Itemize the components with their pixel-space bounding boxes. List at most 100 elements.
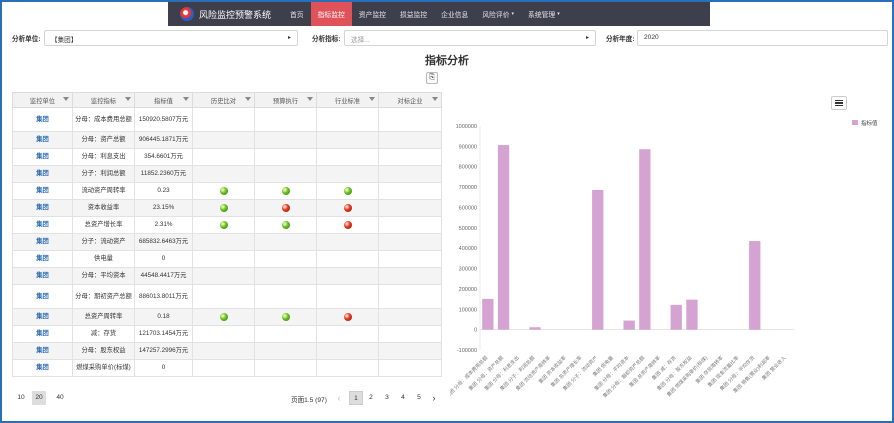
column-header[interactable]: 指标值	[134, 92, 193, 108]
benchmark-cell	[378, 342, 442, 360]
chevron-left-icon[interactable]: ‹	[332, 391, 346, 405]
chart-bar	[482, 298, 494, 330]
logo-icon	[180, 7, 194, 21]
industry-cell	[316, 148, 379, 166]
caret-right-icon: ▸	[585, 35, 589, 41]
unit-link[interactable]: 集团	[12, 148, 73, 166]
page-size-10[interactable]: 10	[14, 391, 28, 405]
unit-link[interactable]: 集团	[12, 267, 73, 285]
unit-link[interactable]: 集团	[12, 233, 73, 251]
filter-icon[interactable]	[245, 97, 251, 101]
indicator-cell: 分母：利息支出	[72, 148, 135, 166]
unit-link[interactable]: 集团	[12, 284, 73, 309]
filter-icon[interactable]	[432, 97, 438, 101]
brand[interactable]: 风险监控预警系统	[168, 2, 283, 26]
table-row: 集团 燃煤采购单价(标煤) 0	[12, 359, 442, 377]
unit-link[interactable]: 集团	[12, 216, 73, 234]
page-3[interactable]: 3	[380, 391, 394, 405]
column-header[interactable]: 对标企业	[378, 92, 442, 108]
industry-cell	[316, 308, 379, 326]
nav-item-6[interactable]: 系统管理 ▾	[521, 2, 567, 26]
y-tick-label: 1000000	[456, 124, 477, 130]
nav-item-0[interactable]: 首页	[283, 2, 311, 26]
red-status-icon	[281, 203, 290, 212]
column-header[interactable]: 预算执行	[254, 92, 317, 108]
page-5[interactable]: 5	[412, 391, 426, 405]
y-tick-label: 900000	[459, 144, 477, 150]
red-status-icon	[343, 203, 352, 212]
nav-item-2[interactable]: 资产监控	[352, 2, 393, 26]
y-tick-label: 200000	[459, 287, 477, 293]
value-cell: 11852.2360万元	[134, 165, 193, 183]
hist-cell	[192, 107, 255, 132]
chart-bar	[749, 241, 761, 330]
column-header[interactable]: 行业标准	[316, 92, 379, 108]
column-header[interactable]: 历史比对	[192, 92, 255, 108]
unit-select[interactable]: 【集团】 ▸	[44, 30, 298, 46]
industry-cell	[316, 199, 379, 217]
page-4[interactable]: 4	[396, 391, 410, 405]
green-status-icon	[281, 220, 290, 229]
chart-bar	[670, 304, 682, 330]
filter-icon[interactable]	[183, 97, 189, 101]
nav-item-5[interactable]: 风险评价 ▾	[475, 2, 521, 26]
indicator-cell: 分母：资产总额	[72, 131, 135, 149]
filter-icon[interactable]	[63, 97, 69, 101]
filter-icon[interactable]	[125, 97, 131, 101]
filter-icon[interactable]	[369, 97, 375, 101]
nav-item-3[interactable]: 损益监控	[393, 2, 434, 26]
unit-link[interactable]: 集团	[12, 308, 73, 326]
table-row: 集团 分母：资产总额 906445.1871万元	[12, 131, 442, 149]
green-status-icon	[281, 312, 290, 321]
nav-item-1[interactable]: 指标监控	[310, 2, 352, 26]
nav-item-label: 企业信息	[441, 12, 469, 19]
unit-link[interactable]: 集团	[12, 325, 73, 343]
unit-link[interactable]: 集团	[12, 165, 73, 183]
unit-link[interactable]: 集团	[12, 182, 73, 200]
y-tick-label: -100000	[457, 348, 477, 354]
unit-link[interactable]: 集团	[12, 131, 73, 149]
table-row: 集团 供电量 0	[12, 250, 442, 268]
unit-link[interactable]: 集团	[12, 199, 73, 217]
indicator-cell: 分子：流动资产	[72, 233, 135, 251]
chevron-right-icon[interactable]: ›	[427, 391, 441, 405]
unit-link[interactable]: 集团	[12, 250, 73, 268]
nav-item-4[interactable]: 企业信息	[434, 2, 475, 26]
caret-down-icon: ▾	[511, 11, 515, 17]
green-status-icon	[219, 220, 228, 229]
page-1[interactable]: 1	[349, 391, 363, 405]
green-status-icon	[219, 186, 228, 195]
indicator-cell: 分母：平均资本	[72, 267, 135, 285]
unit-select-value: 【集团】	[51, 37, 78, 44]
hist-cell	[192, 233, 255, 251]
table-row: 集团 分母：股东权益 147257.2996万元	[12, 342, 442, 360]
legend-label: 指标值	[861, 119, 878, 127]
budget-cell	[254, 107, 317, 132]
page-2[interactable]: 2	[364, 391, 378, 405]
indicator-cell: 分母：股东权益	[72, 342, 135, 360]
unit-link[interactable]: 集团	[12, 107, 73, 132]
column-header[interactable]: 监控指标	[72, 92, 135, 108]
hist-cell	[192, 148, 255, 166]
indicator-select[interactable]: 选择... ▸	[344, 30, 596, 46]
page-size-20[interactable]: 20	[32, 391, 46, 405]
chart-menu-button[interactable]	[831, 96, 847, 110]
pagination: 10 20 40 页面1.5 (97) ‹ 1 2 3 4 5 ›	[12, 391, 442, 407]
page-size-40[interactable]: 40	[53, 391, 67, 405]
column-header[interactable]: 监控单位	[12, 92, 73, 108]
export-button[interactable]: ⎘	[426, 72, 438, 84]
hist-cell	[192, 267, 255, 285]
nav-item-label: 首页	[290, 12, 304, 19]
app-title: 风险监控预警系统	[199, 9, 272, 20]
filter-icon[interactable]	[307, 97, 313, 101]
top-nav: 风险监控预警系统 首页 指标监控 资产监控 损益监控 企业信息 风险评价 ▾ 系统管理 ▾	[168, 2, 710, 26]
unit-label: 分析单位:	[12, 36, 41, 43]
unit-link[interactable]: 集团	[12, 342, 73, 360]
budget-cell	[254, 267, 317, 285]
value-cell: 906445.1871万元	[134, 131, 193, 149]
unit-link[interactable]: 集团	[12, 359, 73, 377]
y-tick-label: 500000	[459, 226, 477, 232]
indicator-cell: 总资产周转率	[72, 308, 135, 326]
year-input[interactable]: 2020	[637, 30, 888, 46]
column-header-label: 对标企业	[397, 97, 423, 105]
